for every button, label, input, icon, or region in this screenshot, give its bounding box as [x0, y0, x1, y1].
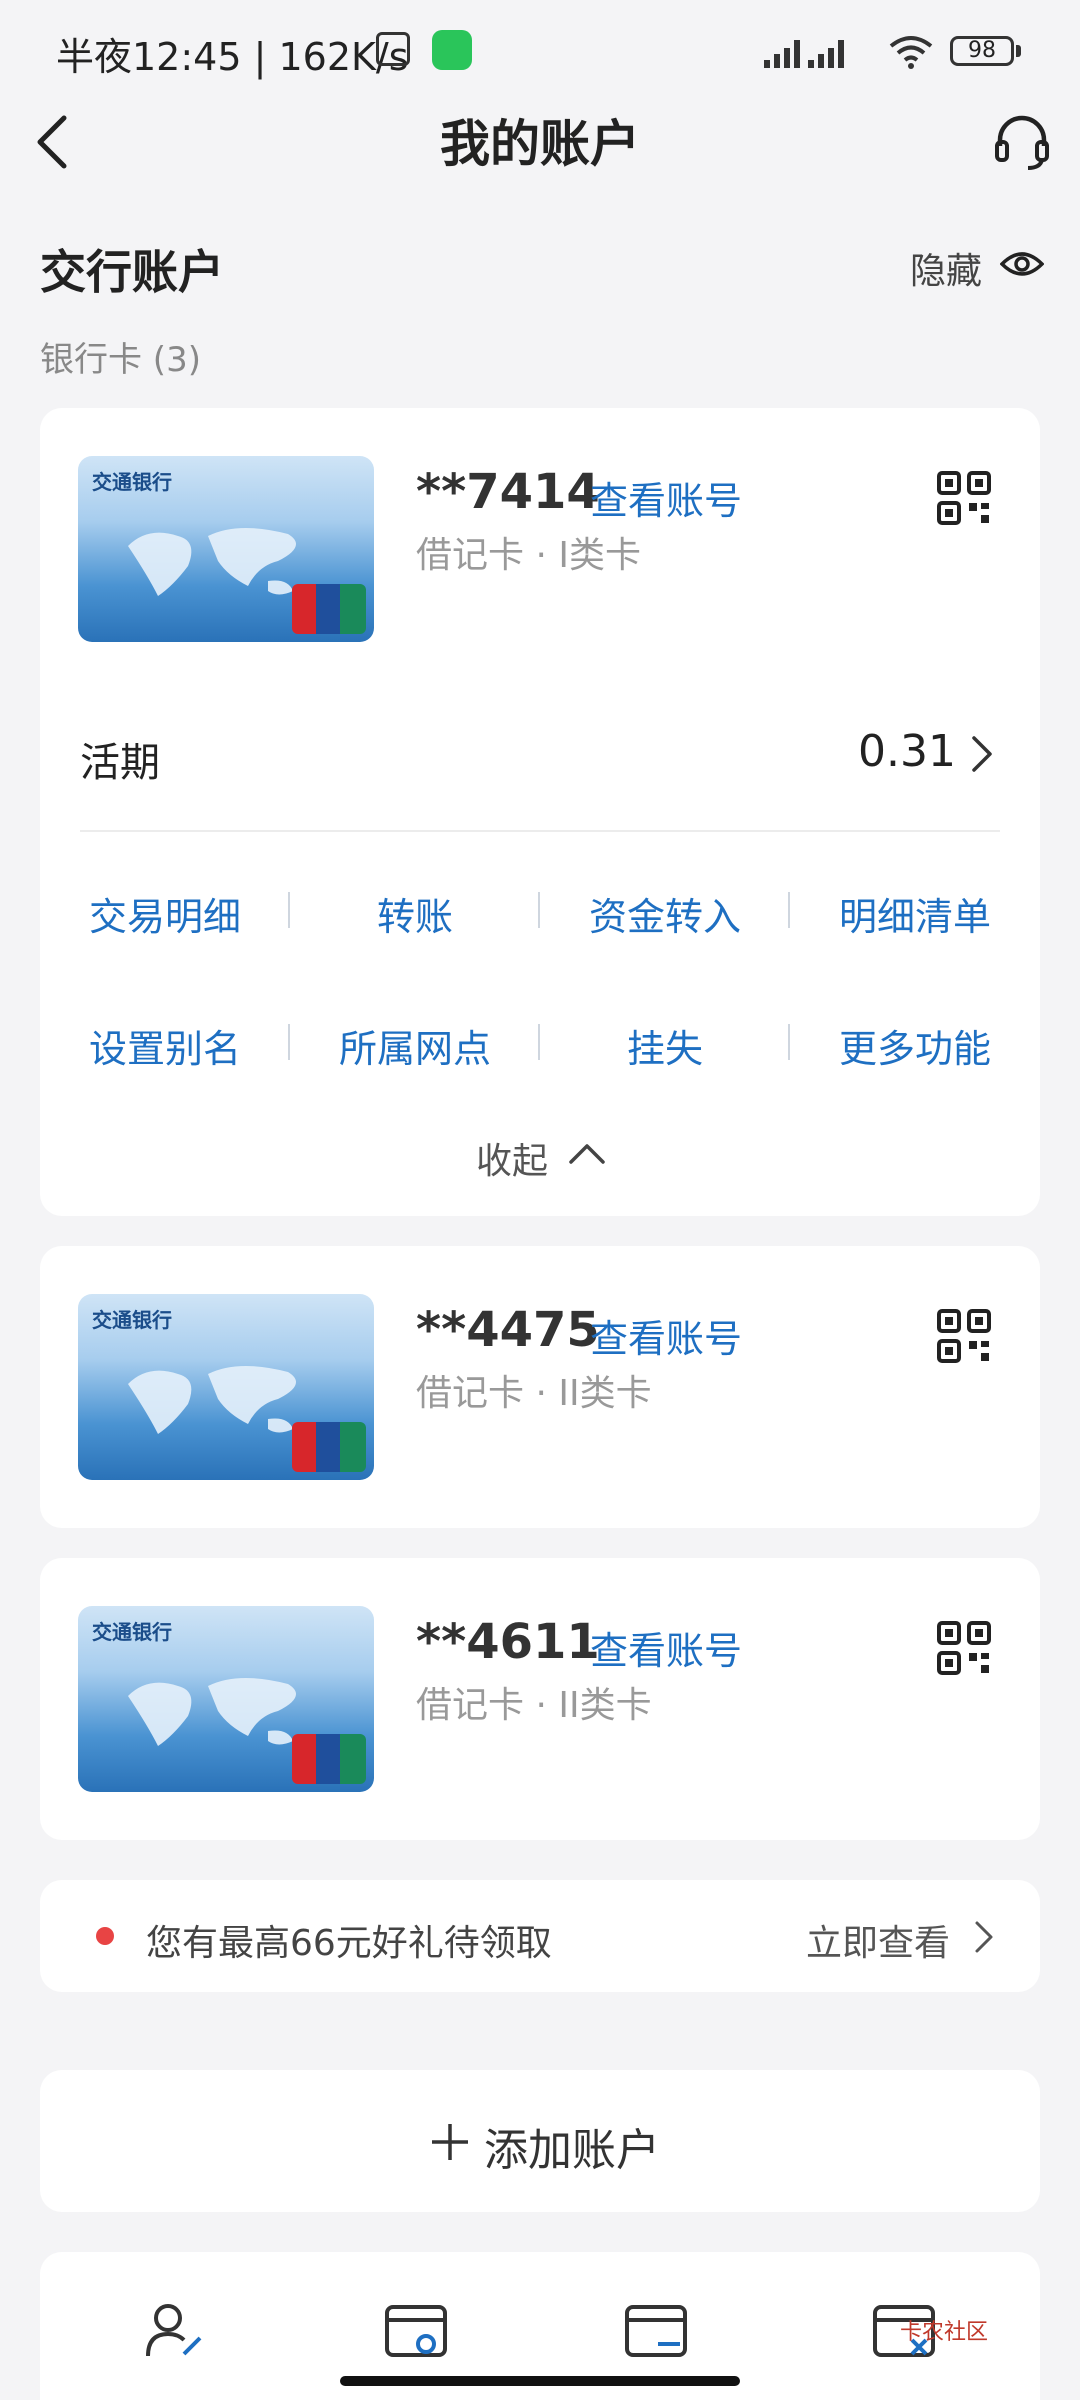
bank-logo: 交通银行 — [92, 470, 172, 494]
promo-view-link[interactable]: 立即查看 — [806, 1914, 950, 1966]
unionpay-logo — [292, 584, 366, 634]
balance-value[interactable]: 0.31 — [858, 726, 956, 777]
battery-icon: 98 — [950, 36, 1014, 66]
eye-icon[interactable] — [1000, 244, 1044, 284]
separator — [788, 1024, 790, 1060]
cards-count: 银行卡 (3) — [40, 340, 201, 380]
unionpay-logo — [292, 1422, 366, 1472]
action-more-functions[interactable]: 更多功能 — [800, 1018, 1030, 1073]
wechat-icon — [432, 30, 472, 70]
section-title: 交行账户 — [40, 245, 224, 299]
page-title: 我的账户 — [440, 115, 640, 173]
card-type: 借记卡 · I类卡 — [416, 535, 641, 576]
separator — [538, 892, 540, 928]
status-bar: 半夜12:45 | 162K/s 98 — [0, 0, 1080, 100]
action-transaction-details[interactable]: 交易明细 — [50, 886, 280, 941]
action-statement-list[interactable]: 明细清单 — [800, 886, 1030, 941]
action-report-loss[interactable]: 挂失 — [550, 1018, 780, 1073]
bank-logo: 交通银行 — [92, 1308, 172, 1332]
promo-text: 您有最高66元好礼待领取 — [146, 1923, 552, 1964]
separator — [288, 1024, 290, 1060]
bank-logo: 交通银行 — [92, 1620, 172, 1644]
account-panel-2: 交通银行 **4475 查看账号 借记卡 · II类卡 — [40, 1246, 1040, 1528]
action-set-alias[interactable]: 设置别名 — [50, 1018, 280, 1073]
card-number: **4475 — [416, 1302, 600, 1358]
separator — [288, 892, 290, 928]
view-account-link[interactable]: 查看账号 — [590, 1620, 742, 1675]
bank-card-image[interactable]: 交通银行 — [78, 456, 374, 642]
world-map-graphic — [128, 1365, 296, 1434]
action-branch[interactable]: 所属网点 — [300, 1018, 530, 1073]
action-transfer[interactable]: 转账 — [300, 886, 530, 941]
world-map-graphic — [128, 1677, 296, 1746]
separator — [788, 892, 790, 928]
divider — [80, 830, 1000, 832]
add-account-label: 添加账户 — [484, 2125, 660, 2176]
collapse-button[interactable]: 收起 — [476, 1132, 548, 1184]
account-panel-1: 交通银行 **7414 查看账号 借记卡 · I类卡 活期 0.31 交易明细 … — [40, 408, 1040, 1216]
qr-code-icon[interactable] — [936, 470, 992, 526]
plus-icon — [432, 2124, 468, 2160]
chevron-up-icon[interactable] — [568, 1140, 606, 1166]
account-panel-3: 交通银行 **4611 查看账号 借记卡 · II类卡 — [40, 1558, 1040, 1840]
signal-icon — [764, 40, 844, 68]
card-type: 借记卡 · II类卡 — [416, 1685, 652, 1726]
notification-dot — [96, 1927, 114, 1945]
view-account-link[interactable]: 查看账号 — [590, 1308, 742, 1363]
action-fund-in[interactable]: 资金转入 — [550, 886, 780, 941]
chevron-right-icon[interactable] — [970, 734, 994, 774]
separator — [538, 1024, 540, 1060]
home-indicator[interactable] — [340, 2376, 740, 2386]
watermark-text: 卡农社区 — [900, 2320, 989, 2345]
view-account-link[interactable]: 查看账号 — [590, 470, 742, 525]
qr-code-icon[interactable] — [936, 1308, 992, 1364]
nfc-icon — [376, 32, 410, 66]
card-number: **7414 — [416, 464, 600, 520]
add-account-button[interactable]: 添加账户 — [40, 2070, 1040, 2212]
card-search-icon[interactable] — [384, 2304, 448, 2360]
card-transfer-icon[interactable] — [624, 2304, 688, 2360]
wifi-icon — [889, 36, 933, 69]
hide-toggle-label[interactable]: 隐藏 — [910, 242, 982, 294]
promo-banner[interactable]: 您有最高66元好礼待领取 立即查看 — [40, 1880, 1040, 1992]
chevron-right-icon[interactable] — [974, 1920, 994, 1954]
world-map-graphic — [128, 527, 296, 596]
qr-code-icon[interactable] — [936, 1620, 992, 1676]
battery-tip — [1016, 45, 1021, 57]
status-time: 半夜12:45 | 162K/s — [56, 35, 409, 79]
card-type: 借记卡 · II类卡 — [416, 1373, 652, 1414]
headset-icon[interactable] — [992, 112, 1052, 172]
bank-card-image[interactable]: 交通银行 — [78, 1606, 374, 1792]
card-number: **4611 — [416, 1614, 600, 1670]
current-deposit-label: 活期 — [80, 740, 160, 786]
user-edit-icon[interactable] — [144, 2300, 204, 2360]
bank-card-image[interactable]: 交通银行 — [78, 1294, 374, 1480]
unionpay-logo — [292, 1734, 366, 1784]
